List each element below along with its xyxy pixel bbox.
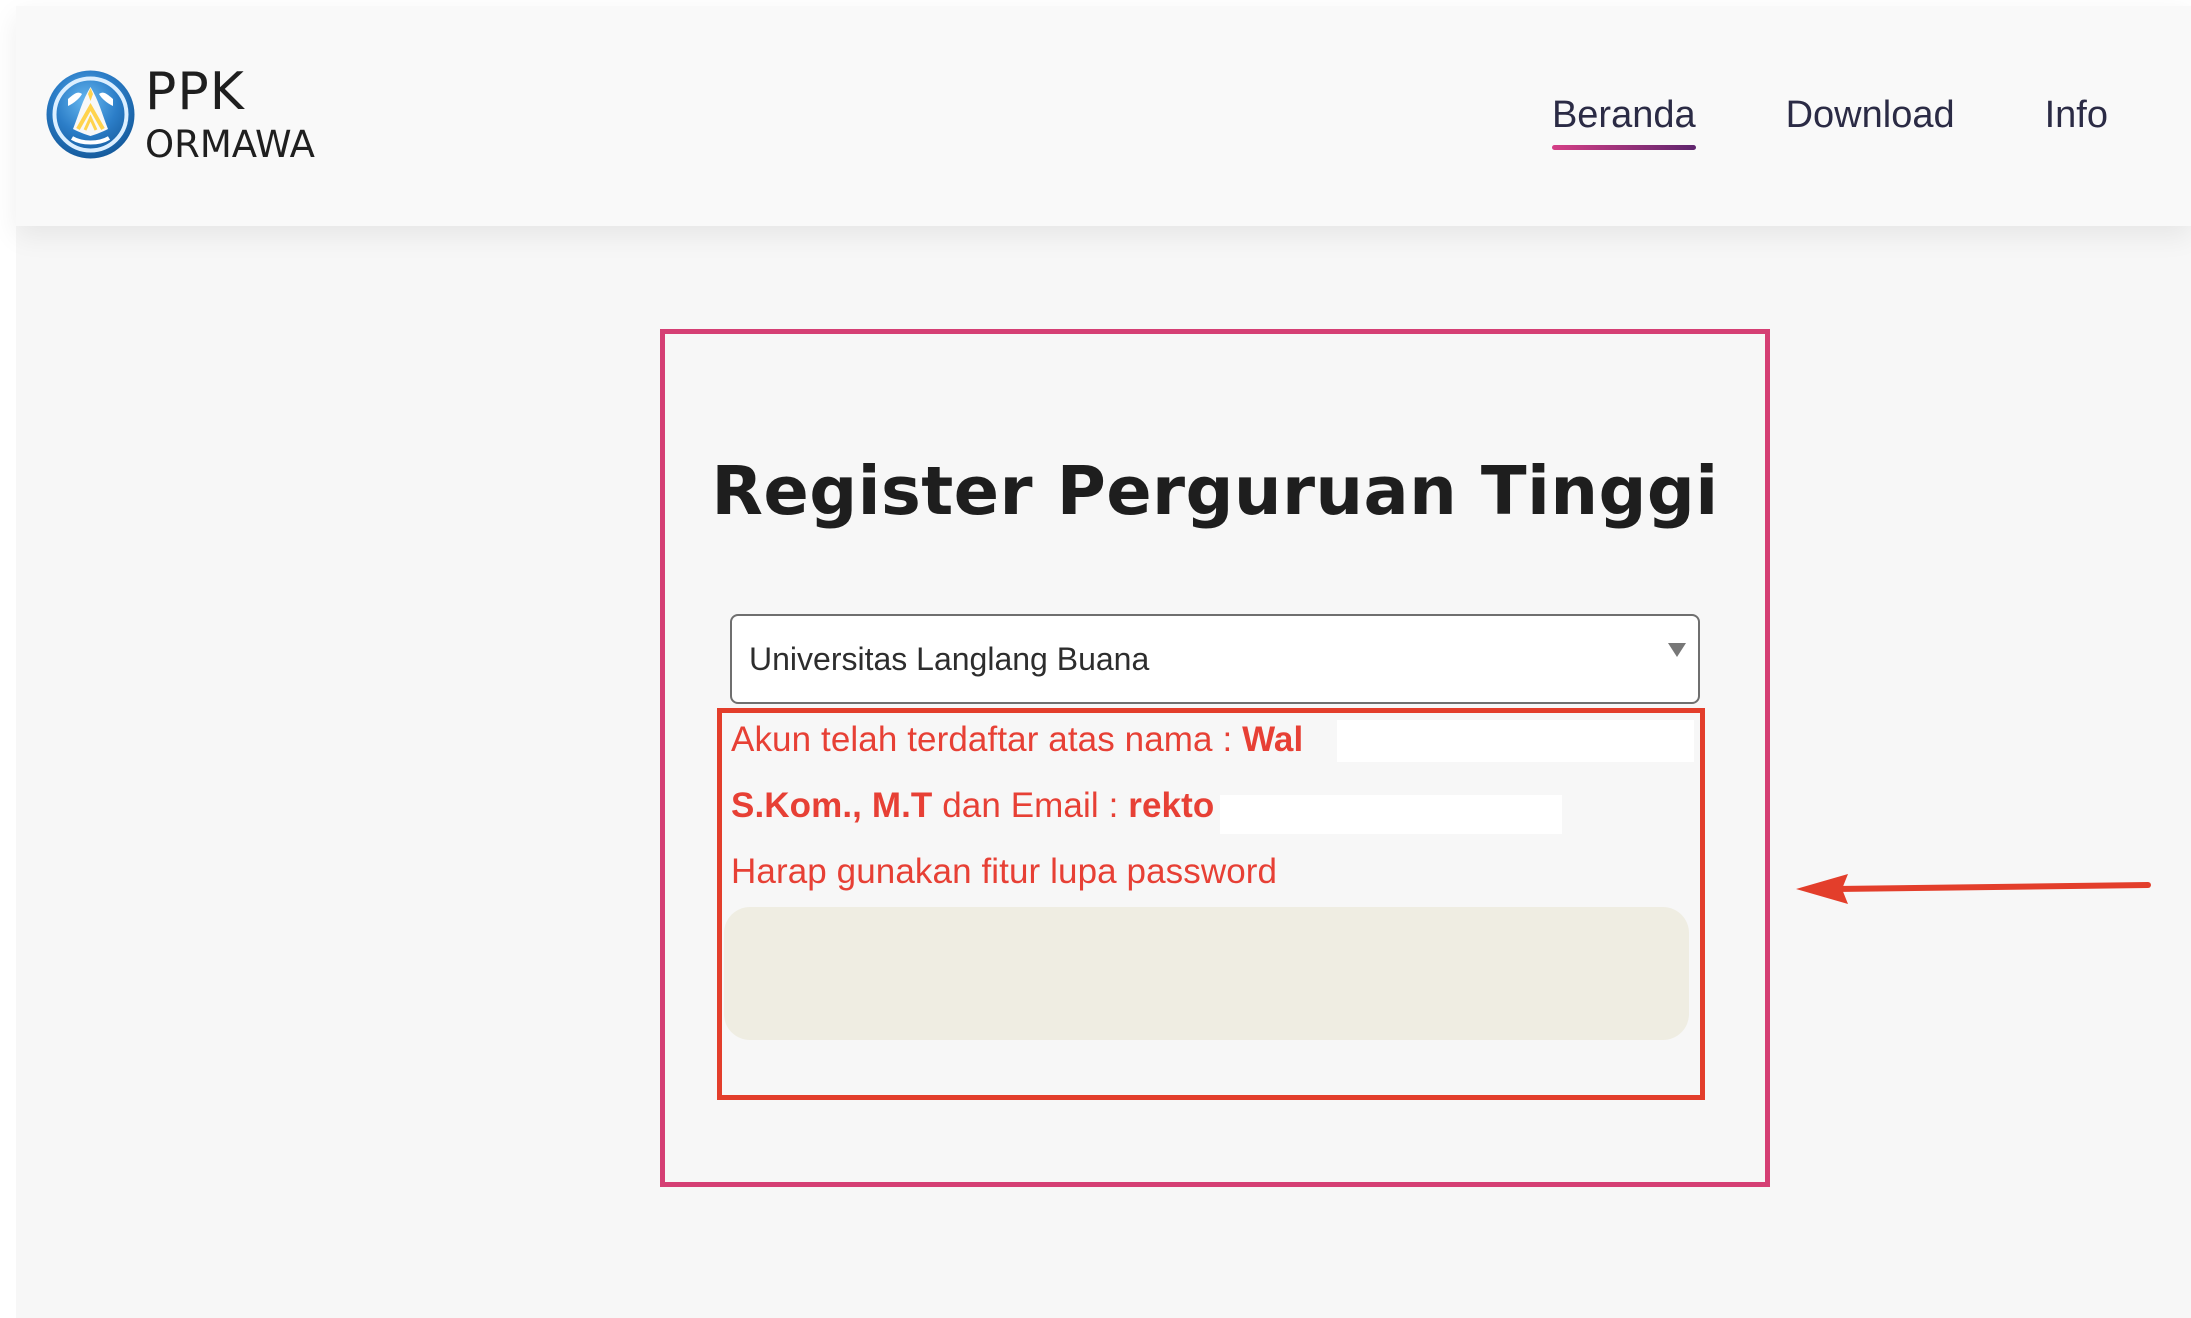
redacted-name-block <box>1337 720 1694 762</box>
university-select[interactable]: Universitas Langlang Buana <box>730 614 1700 704</box>
nav-link-info[interactable]: Info <box>2045 92 2108 138</box>
university-emblem-icon <box>46 70 135 159</box>
empty-message-panel <box>724 907 1689 1040</box>
brand-line-ormawa: ORMAWA <box>145 123 315 166</box>
main-navigation: Beranda Download Info <box>1551 92 2108 150</box>
alert-registered-name-line: Akun telah terdaftar atas nama : Wal <box>731 719 1303 761</box>
top-navigation-bar: PPK ORMAWA Beranda Download Info <box>16 6 2191 226</box>
registration-error-alert: Akun telah terdaftar atas nama : Wal S.K… <box>717 708 1705 1100</box>
brand-line-ppk: PPK <box>145 62 245 122</box>
brand-logo[interactable]: PPK ORMAWA <box>44 52 315 177</box>
alert-forgot-password-instruction: Harap gunakan fitur lupa password <box>731 852 1278 891</box>
page-title: Register Perguruan Tinggi <box>711 452 1719 530</box>
redacted-email-block <box>1220 795 1562 834</box>
nav-link-beranda[interactable]: Beranda <box>1551 92 1696 150</box>
alert-email-visible-text: rekto <box>1128 786 1215 825</box>
register-card: Register Perguruan Tinggi Universitas La… <box>660 329 1770 1187</box>
caret-down-icon[interactable] <box>1668 643 1686 657</box>
alert-name-visible-text: Wal <box>1242 720 1304 759</box>
arrow-left-icon <box>1796 874 2151 904</box>
alert-prefix-text: Akun telah terdaftar atas nama : <box>731 720 1243 759</box>
alert-degree-email-line: S.Kom., M.T dan Email : rekto <box>731 785 1214 827</box>
brand-wordmark: PPK ORMAWA <box>145 66 315 163</box>
alert-degree-text: S.Kom., M.T <box>731 786 933 825</box>
selected-university-value: Universitas Langlang Buana <box>749 641 1150 677</box>
alert-email-label: dan Email : <box>932 786 1129 825</box>
nav-link-download[interactable]: Download <box>1786 92 1955 138</box>
